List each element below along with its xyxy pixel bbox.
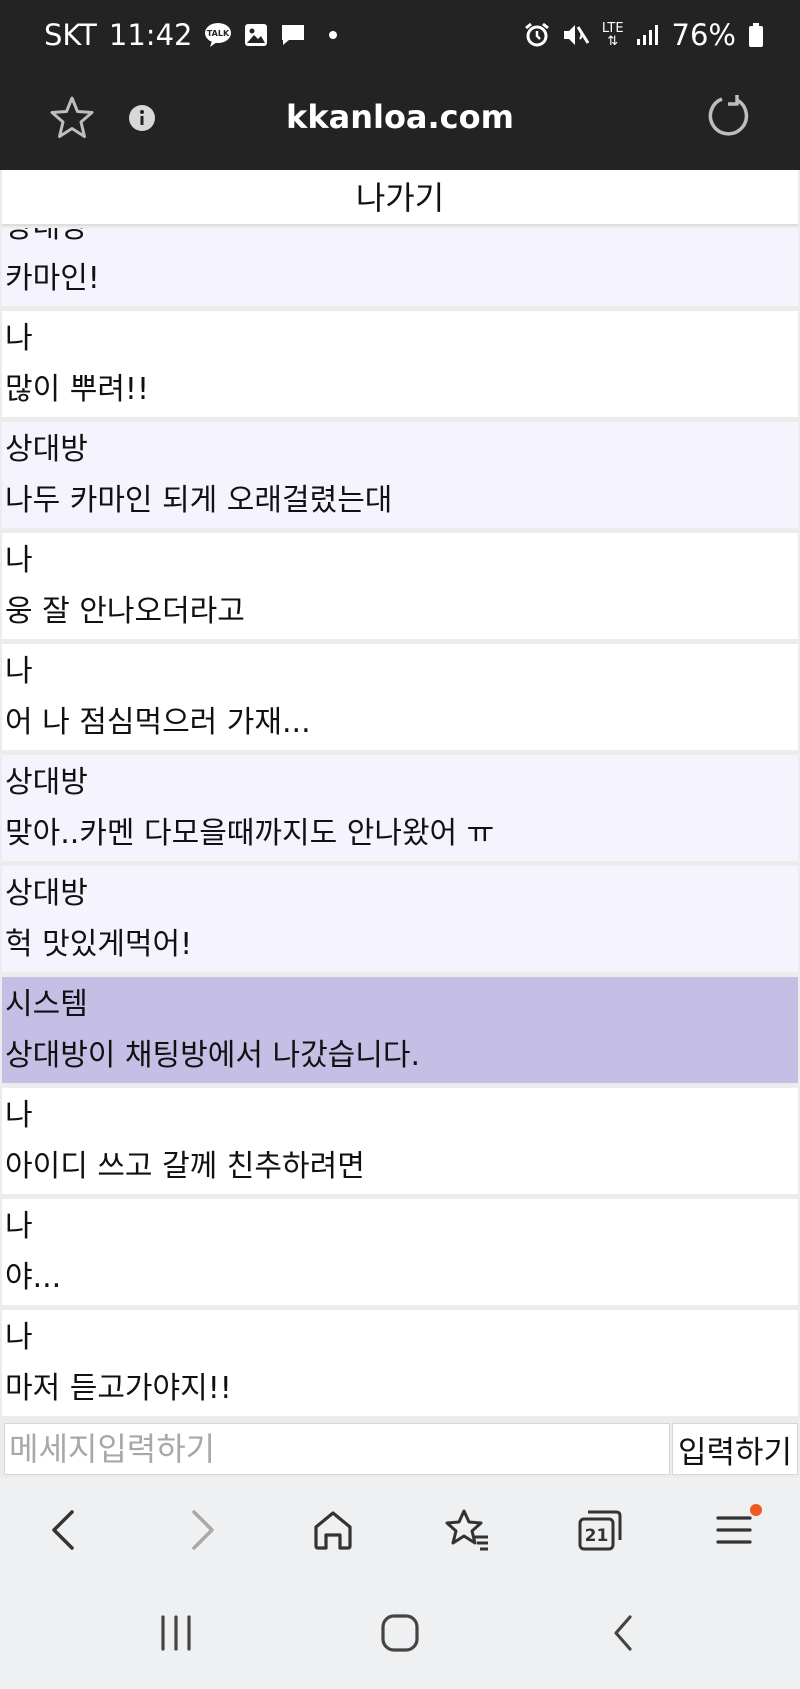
menu-icon[interactable] <box>704 1500 764 1560</box>
battery-icon <box>748 22 764 48</box>
chat-message: 나많이 뿌려!! <box>2 311 798 417</box>
message-sender: 상대방 <box>5 228 798 253</box>
system-message: 시스템상대방이 채팅방에서 나갔습니다. <box>2 977 798 1083</box>
message-text: 맞아..카멘 다모을때까지도 안나왔어 ㅠ <box>5 816 495 851</box>
message-sender: 시스템 <box>5 987 88 1022</box>
chat-messages[interactable]: 상대방카마인!나많이 뿌려!!상대방나두 카마인 되게 오래걸렸는대나웅 잘 안… <box>0 228 800 1420</box>
status-bar: SKT 11:42 TALK LTE ⇅ 76% <box>0 0 800 74</box>
message-input-row: 입력하기 <box>0 1420 800 1478</box>
message-text: 어 나 점심먹으러 가재... <box>5 705 311 740</box>
back-icon[interactable] <box>34 1500 94 1560</box>
alarm-icon <box>524 22 550 48</box>
message-text: 많이 뿌려!! <box>5 372 149 407</box>
chat-message: 상대방나두 카마인 되게 오래걸렸는대 <box>2 422 798 528</box>
reload-icon[interactable] <box>704 92 752 144</box>
message-sender: 상대방 <box>5 765 88 800</box>
gallery-icon <box>244 23 268 47</box>
tabs-icon[interactable]: 21 <box>570 1500 630 1560</box>
clock: 11:42 <box>108 18 193 52</box>
chat-message: 상대방카마인! <box>2 228 798 306</box>
message-text: 상대방이 채팅방에서 나갔습니다. <box>5 1038 421 1073</box>
chat-message: 나어 나 점심먹으러 가재... <box>2 644 798 750</box>
message-sender: 나 <box>5 1098 33 1133</box>
bookmarks-icon[interactable] <box>437 1500 497 1560</box>
message-sender: 상대방 <box>5 876 88 911</box>
send-button[interactable]: 입력하기 <box>672 1423 798 1475</box>
message-sender: 나 <box>5 1209 33 1244</box>
message-icon <box>280 23 306 47</box>
browser-toolbar: kkanloa.com <box>0 74 800 170</box>
chat-message: 나웅 잘 안나오더라고 <box>2 533 798 639</box>
mute-icon <box>562 22 590 48</box>
dot-icon <box>328 30 338 40</box>
message-sender: 나 <box>5 1320 33 1355</box>
home-circle-icon[interactable] <box>370 1608 430 1658</box>
kakaotalk-badge-text: TALK <box>207 29 230 38</box>
message-sender: 상대방 <box>5 432 88 467</box>
chat-message: 상대방맞아..카멘 다모을때까지도 안나왔어 ㅠ <box>2 755 798 861</box>
exit-button[interactable]: 나가기 <box>2 170 798 226</box>
message-sender: 나 <box>5 654 33 689</box>
message-list: 상대방카마인!나많이 뿌려!!상대방나두 카마인 되게 오래걸렸는대나웅 잘 안… <box>0 228 800 1420</box>
web-page: 나가기 상대방카마인!나많이 뿌려!!상대방나두 카마인 되게 오래걸렸는대나웅… <box>0 170 800 1478</box>
chat-message: 나마저 듣고가야지!! <box>2 1310 798 1416</box>
data-arrows-icon: ⇅ <box>607 34 619 49</box>
address-bar-url[interactable]: kkanloa.com <box>0 98 800 136</box>
message-text: 나두 카마인 되게 오래걸렸는대 <box>5 483 393 518</box>
chat-message: 나아이디 쓰고 갈께 친추하려면 <box>2 1088 798 1194</box>
home-icon[interactable] <box>303 1500 363 1560</box>
tabs-count: 21 <box>585 1526 609 1546</box>
browser-bottom-nav: 21 <box>0 1478 800 1580</box>
message-text: 카마인! <box>5 261 100 296</box>
chat-message: 상대방헉 맛있게먹어! <box>2 866 798 972</box>
battery-percent: 76% <box>671 18 736 52</box>
message-text: 아이디 쓰고 갈께 친추하려면 <box>5 1149 365 1184</box>
forward-icon[interactable] <box>172 1500 232 1560</box>
message-text: 야... <box>5 1260 62 1295</box>
lte-indicator: LTE ⇅ <box>602 22 624 48</box>
signal-icon <box>636 23 660 47</box>
message-text: 마저 듣고가야지!! <box>5 1371 232 1406</box>
recent-apps-icon[interactable] <box>146 1608 206 1658</box>
carrier-label: SKT <box>44 18 97 52</box>
message-text: 헉 맛있게먹어! <box>5 927 193 962</box>
message-sender: 나 <box>5 321 33 356</box>
chat-message: 나야... <box>2 1199 798 1305</box>
message-input[interactable] <box>4 1423 670 1475</box>
message-sender: 나 <box>5 543 33 578</box>
message-text: 웅 잘 안나오더라고 <box>5 594 245 629</box>
system-back-icon[interactable] <box>594 1608 654 1658</box>
kakaotalk-icon: TALK <box>204 22 232 48</box>
menu-notification-dot <box>750 1504 762 1516</box>
system-navigation-bar <box>0 1580 800 1689</box>
